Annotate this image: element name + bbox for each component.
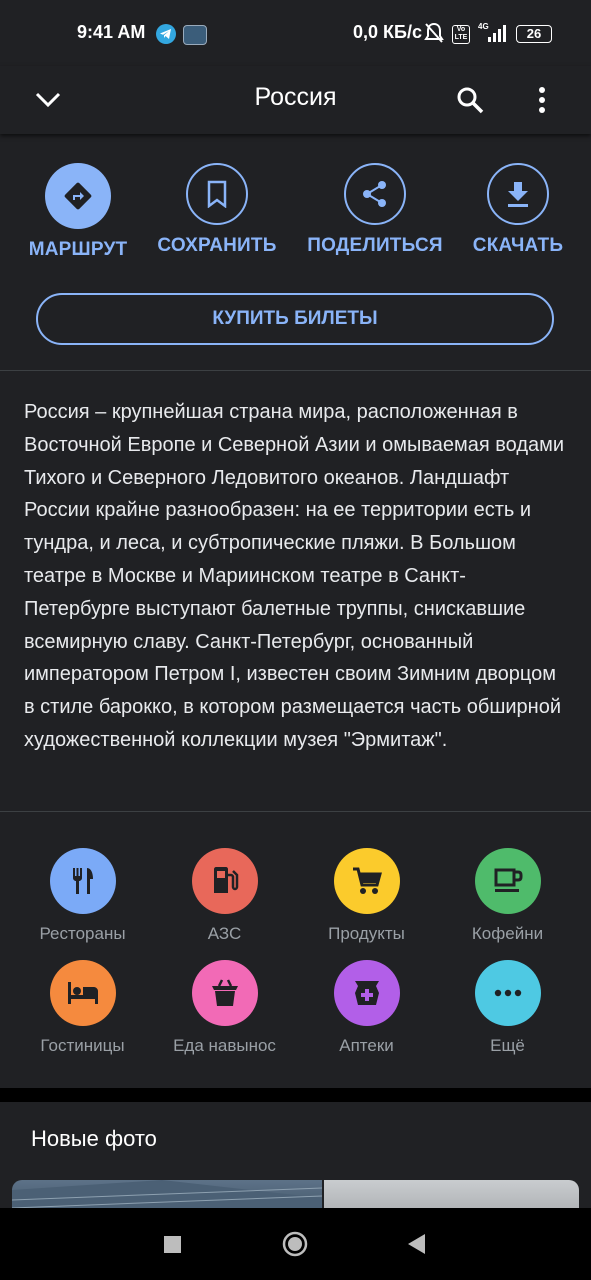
category-gas[interactable]: АЗС — [154, 848, 295, 944]
photos-section-title: Новые фото — [31, 1126, 157, 1151]
buy-tickets-button[interactable]: КУПИТЬ БИЛЕТЫ — [36, 293, 554, 345]
category-label: Рестораны — [39, 924, 126, 943]
description-text: Россия – крупнейшая страна мира, располо… — [24, 401, 565, 751]
directions-label: МАРШРУТ — [28, 239, 128, 260]
directions-icon — [45, 163, 111, 229]
svg-text:4G: 4G — [478, 22, 489, 31]
action-row: МАРШРУТ СОХРАНИТЬ ПОДЕЛИТЬСЯ СКАЧАТЬ — [0, 160, 591, 280]
directions-button[interactable]: МАРШРУТ — [3, 160, 153, 261]
coffee-icon — [474, 848, 541, 914]
recents-icon[interactable] — [164, 1236, 181, 1253]
more-horiz-icon — [474, 960, 541, 1026]
more-vert-icon[interactable] — [522, 80, 562, 120]
hotel-icon — [49, 960, 116, 1026]
save-label: СОХРАНИТЬ — [157, 235, 277, 256]
category-label: Еда навынос — [173, 1036, 276, 1055]
search-icon[interactable] — [450, 80, 490, 120]
category-coffee[interactable]: Кофейни — [437, 848, 578, 944]
share-button[interactable]: ПОДЕЛИТЬСЯ — [300, 160, 450, 257]
category-groceries[interactable]: Продукты — [296, 848, 437, 944]
status-time: 9:41 AM — [77, 22, 146, 42]
cart-icon — [333, 848, 400, 914]
system-nav-bar — [0, 1208, 591, 1280]
gallery-notification-icon — [183, 25, 207, 45]
volte-icon: Vo LTE — [452, 25, 470, 44]
back-icon[interactable] — [406, 1233, 426, 1260]
category-more[interactable]: Ещё — [437, 960, 578, 1056]
pharmacy-icon — [333, 960, 400, 1026]
category-restaurants[interactable]: Рестораны — [12, 848, 153, 944]
category-hotels[interactable]: Гостиницы — [12, 960, 153, 1056]
category-label: Аптеки — [339, 1036, 394, 1055]
save-button[interactable]: СОХРАНИТЬ — [142, 160, 292, 257]
mute-icon — [424, 22, 444, 49]
category-label: Продукты — [328, 924, 405, 943]
share-label: ПОДЕЛИТЬСЯ — [307, 235, 443, 256]
gas-station-icon — [191, 848, 258, 914]
category-label: Ещё — [490, 1036, 525, 1055]
category-label: Гостиницы — [40, 1036, 125, 1055]
category-pharmacy[interactable]: Аптеки — [296, 960, 437, 1056]
page-title: Россия — [254, 83, 337, 111]
category-takeout[interactable]: Еда навынос — [154, 960, 295, 1056]
category-label: АЗС — [207, 924, 242, 943]
section-gap — [0, 1088, 591, 1102]
bookmark-icon — [186, 163, 248, 225]
network-speed: 0,0 КБ/с — [353, 22, 422, 42]
download-button[interactable]: СКАЧАТЬ — [443, 160, 591, 257]
divider — [0, 370, 591, 371]
telegram-icon — [156, 24, 176, 44]
share-icon — [344, 163, 406, 225]
battery-icon: 26 — [516, 25, 552, 43]
signal-icon: 4G — [478, 21, 508, 48]
status-bar: 9:41 AM 0,0 КБ/с Vo LTE 4G 26 — [0, 0, 591, 66]
app-bar: Россия — [0, 66, 591, 134]
takeout-icon — [191, 960, 258, 1026]
restaurant-icon — [49, 848, 116, 914]
divider — [0, 811, 591, 812]
download-icon — [487, 163, 549, 225]
home-icon[interactable] — [282, 1231, 308, 1262]
download-label: СКАЧАТЬ — [472, 235, 564, 256]
category-label: Кофейни — [471, 924, 544, 943]
